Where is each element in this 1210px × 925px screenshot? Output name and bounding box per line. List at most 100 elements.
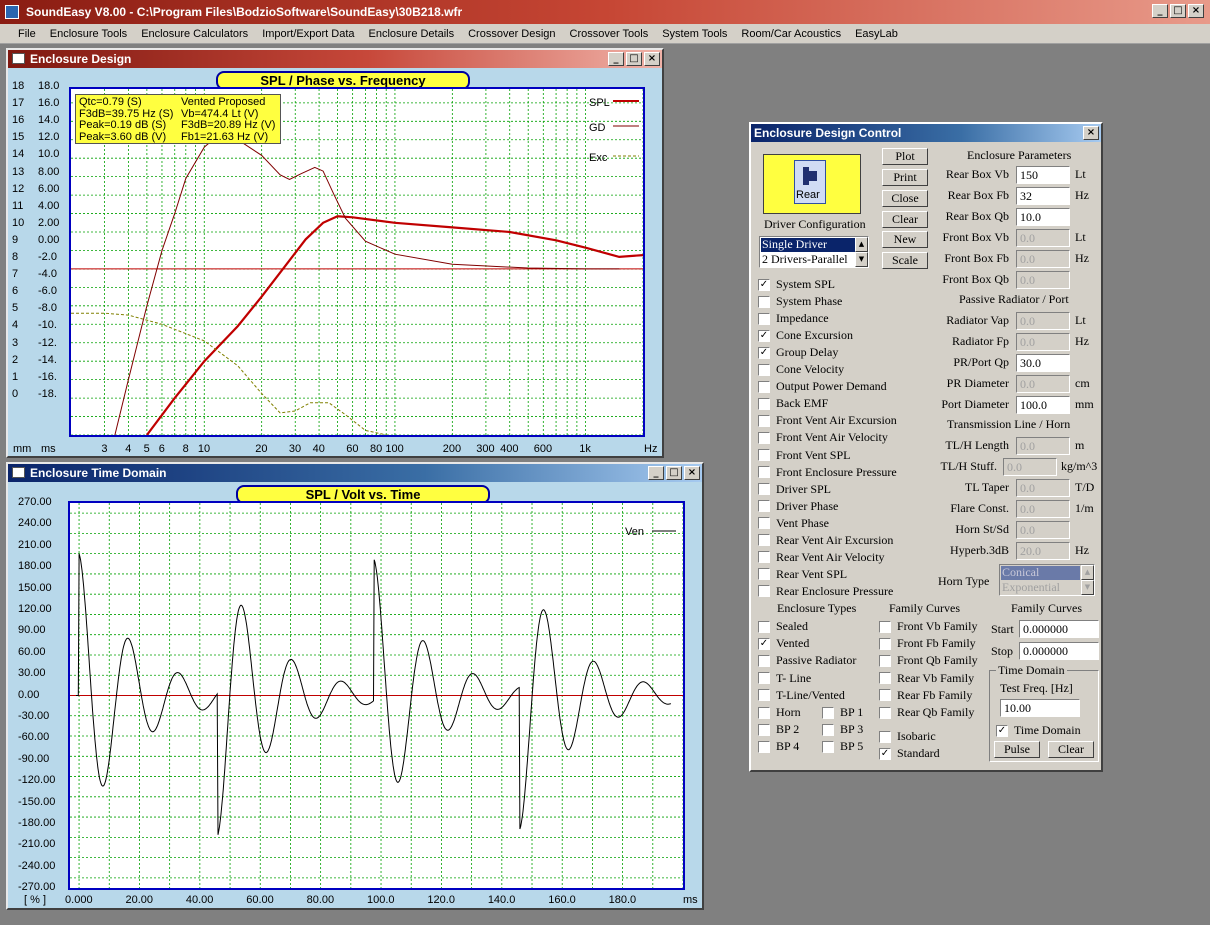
param-field[interactable]: 100.0 <box>1016 396 1070 414</box>
horn-option-exponential[interactable]: Exponential <box>1001 581 1080 595</box>
minimize-icon[interactable]: _ <box>1152 4 1168 18</box>
bandpass-checkbox[interactable]: BP 4 <box>758 739 799 754</box>
plot-option-checkbox[interactable]: ✓ Group Delay <box>758 345 838 360</box>
driver-option-parallel[interactable]: 2 Drivers-Parallel <box>761 253 855 267</box>
plot-option-checkbox[interactable]: Front Vent Air Velocity <box>758 430 888 445</box>
plot-option-checkbox[interactable]: Front Enclosure Pressure <box>758 465 897 480</box>
plot-option-checkbox[interactable]: ✓ System SPL <box>758 277 835 292</box>
stop-field[interactable]: 0.000000 <box>1019 642 1099 660</box>
enclosure-type-checkbox[interactable]: T- Line <box>758 671 811 686</box>
plot-option-checkbox[interactable]: Back EMF <box>758 396 828 411</box>
plot-option-checkbox[interactable]: Rear Enclosure Pressure <box>758 584 893 599</box>
param-field[interactable]: 0.0 <box>1016 271 1070 289</box>
x-tick: 40 <box>312 443 325 455</box>
menu-enclosure-details[interactable]: Enclosure Details <box>362 28 462 40</box>
param-field[interactable]: 32 <box>1016 187 1070 205</box>
menu-system-tools[interactable]: System Tools <box>655 28 734 40</box>
plot-option-checkbox[interactable]: Front Vent Air Excursion <box>758 413 897 428</box>
param-field[interactable]: 0.0 <box>1016 521 1070 539</box>
bandpass-checkbox[interactable]: BP 1 <box>822 705 863 720</box>
td-clear-button[interactable]: Clear <box>1048 741 1094 758</box>
plot-option-checkbox[interactable]: Driver Phase <box>758 499 838 514</box>
family-curve-checkbox[interactable]: Front Vb Family <box>879 619 977 634</box>
menu-file[interactable]: File <box>0 28 43 40</box>
enclosure-type-checkbox[interactable]: T-Line/Vented <box>758 688 845 703</box>
family-curve-checkbox[interactable]: Front Fb Family <box>879 636 976 651</box>
param-field[interactable]: 10.0 <box>1016 208 1070 226</box>
scroll-up-icon[interactable]: ▲ <box>855 237 868 252</box>
horn-option-conical[interactable]: Conical <box>1001 566 1080 580</box>
driver-config-list[interactable]: Single Driver 2 Drivers-Parallel ▲ ▼ <box>759 236 869 268</box>
menu-enclosure-tools[interactable]: Enclosure Tools <box>43 28 134 40</box>
scroll-up-icon[interactable]: ▲ <box>1081 565 1094 580</box>
plot-option-checkbox[interactable]: Front Vent SPL <box>758 448 850 463</box>
minimize-icon[interactable]: _ <box>648 466 664 480</box>
plot-option-checkbox[interactable]: Rear Vent Air Excursion <box>758 533 893 548</box>
scroll-down-icon[interactable]: ▼ <box>1081 580 1094 595</box>
maximize-icon[interactable]: □ <box>1170 4 1186 18</box>
plot-option-checkbox[interactable]: System Phase <box>758 294 842 309</box>
print-button[interactable]: Print <box>882 169 928 186</box>
plot-option-checkbox[interactable]: Output Power Demand <box>758 379 887 394</box>
start-field[interactable]: 0.000000 <box>1019 620 1099 638</box>
enclosure-type-checkbox[interactable]: Sealed <box>758 619 808 634</box>
test-freq-field[interactable]: 10.00 <box>1000 699 1080 717</box>
menu-room-car-acoustics[interactable]: Room/Car Acoustics <box>734 28 848 40</box>
enclosure-type-checkbox[interactable]: Passive Radiator <box>758 653 856 668</box>
menu-easylab[interactable]: EasyLab <box>848 28 905 40</box>
param-field[interactable]: 0.0 <box>1003 458 1057 476</box>
pulse-button[interactable]: Pulse <box>994 741 1040 758</box>
plot-option-checkbox[interactable]: Driver SPL <box>758 482 831 497</box>
scale-button[interactable]: Scale <box>882 252 928 269</box>
bandpass-checkbox[interactable]: Horn <box>758 705 801 720</box>
param-field[interactable]: 0.0 <box>1016 333 1070 351</box>
param-field[interactable]: 30.0 <box>1016 354 1070 372</box>
param-field[interactable]: 150 <box>1016 166 1070 184</box>
rear-config-image[interactable]: Rear <box>763 154 861 214</box>
plot-option-checkbox[interactable]: Vent Phase <box>758 516 829 531</box>
maximize-icon[interactable]: □ <box>666 466 682 480</box>
standard-checkbox[interactable]: ✓ Standard <box>879 746 940 761</box>
close-icon[interactable]: × <box>1188 4 1204 18</box>
isobaric-checkbox[interactable]: Isobaric <box>879 729 936 744</box>
plot-button[interactable]: Plot <box>882 148 928 165</box>
param-field[interactable]: 0.0 <box>1016 375 1070 393</box>
bandpass-checkbox[interactable]: BP 5 <box>822 739 863 754</box>
param-field[interactable]: 0.0 <box>1016 479 1070 497</box>
driver-option-single[interactable]: Single Driver <box>761 238 855 252</box>
plot-option-checkbox[interactable]: Cone Velocity <box>758 362 844 377</box>
family-curve-checkbox[interactable]: Rear Fb Family <box>879 688 972 703</box>
close-icon[interactable]: × <box>1083 126 1099 140</box>
menu-crossover-design[interactable]: Crossover Design <box>461 28 562 40</box>
bandpass-checkbox[interactable]: BP 3 <box>822 722 863 737</box>
plot-option-checkbox[interactable]: Impedance <box>758 311 829 326</box>
scroll-down-icon[interactable]: ▼ <box>855 252 868 267</box>
plot-option-checkbox[interactable]: Rear Vent Air Velocity <box>758 550 885 565</box>
param-field[interactable]: 0.0 <box>1016 312 1070 330</box>
menu-crossover-tools[interactable]: Crossover Tools <box>563 28 656 40</box>
param-field[interactable]: 0.0 <box>1016 500 1070 518</box>
menu-import-export[interactable]: Import/Export Data <box>255 28 361 40</box>
param-field[interactable]: 0.0 <box>1016 229 1070 247</box>
menu-enclosure-calculators[interactable]: Enclosure Calculators <box>134 28 255 40</box>
param-field[interactable]: 0.0 <box>1016 437 1070 455</box>
family-curve-checkbox[interactable]: Front Qb Family <box>879 653 978 668</box>
new-button[interactable]: New <box>882 231 928 248</box>
time-domain-checkbox[interactable]: ✓ Time Domain <box>996 723 1081 738</box>
family-curve-checkbox[interactable]: Rear Vb Family <box>879 671 974 686</box>
horn-type-list[interactable]: Conical Exponential ▲ ▼ <box>999 564 1095 596</box>
close-icon[interactable]: × <box>644 52 660 66</box>
param-field[interactable]: 20.0 <box>1016 542 1070 560</box>
bandpass-checkbox[interactable]: BP 2 <box>758 722 799 737</box>
clear-button[interactable]: Clear <box>882 211 928 228</box>
plot-option-checkbox[interactable]: Rear Vent SPL <box>758 567 847 582</box>
maximize-icon[interactable]: □ <box>626 52 642 66</box>
close-icon[interactable]: × <box>684 466 700 480</box>
param-field[interactable]: 0.0 <box>1016 250 1070 268</box>
y-tick-left: 8 <box>12 251 19 263</box>
family-curve-checkbox[interactable]: Rear Qb Family <box>879 705 974 720</box>
close-button[interactable]: Close <box>882 190 928 207</box>
enclosure-type-checkbox[interactable]: ✓ Vented <box>758 636 809 651</box>
plot-option-checkbox[interactable]: ✓ Cone Excursion <box>758 328 853 343</box>
minimize-icon[interactable]: _ <box>608 52 624 66</box>
